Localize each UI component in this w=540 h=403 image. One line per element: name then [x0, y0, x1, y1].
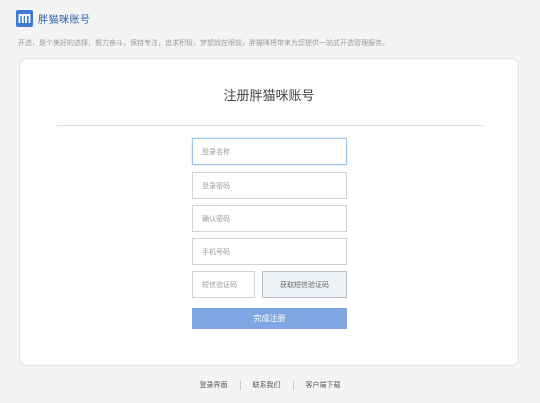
- send-code-button[interactable]: 获取短信验证码: [262, 271, 347, 298]
- tagline: 开选，是个美好的选择，努力奋斗，保持专注，追求积极，梦想就在眼前，胖猫咪将带来为…: [18, 39, 389, 47]
- logo-icon: [16, 10, 33, 27]
- divider: [57, 125, 483, 126]
- register-button[interactable]: 完成注册: [192, 308, 347, 329]
- footer-link-download[interactable]: 客户端下载: [294, 380, 353, 390]
- username-input[interactable]: [192, 138, 347, 165]
- page-title: 注册胖猫咪账号: [223, 89, 315, 104]
- password-input[interactable]: [192, 172, 347, 199]
- footer-link-login[interactable]: 登录界面: [188, 380, 240, 390]
- register-card: 注册胖猫咪账号 获取短信验证码 完成注册: [19, 58, 519, 366]
- phone-input[interactable]: [192, 238, 347, 265]
- brand-logo[interactable]: 胖猫咪账号: [16, 10, 91, 27]
- footer: 登录界面 联系我们 客户端下载: [0, 379, 540, 391]
- sms-code-input[interactable]: [192, 271, 255, 298]
- brand-name: 胖猫咪账号: [38, 15, 91, 26]
- footer-link-contact[interactable]: 联系我们: [241, 380, 293, 390]
- confirm-password-input[interactable]: [192, 205, 347, 232]
